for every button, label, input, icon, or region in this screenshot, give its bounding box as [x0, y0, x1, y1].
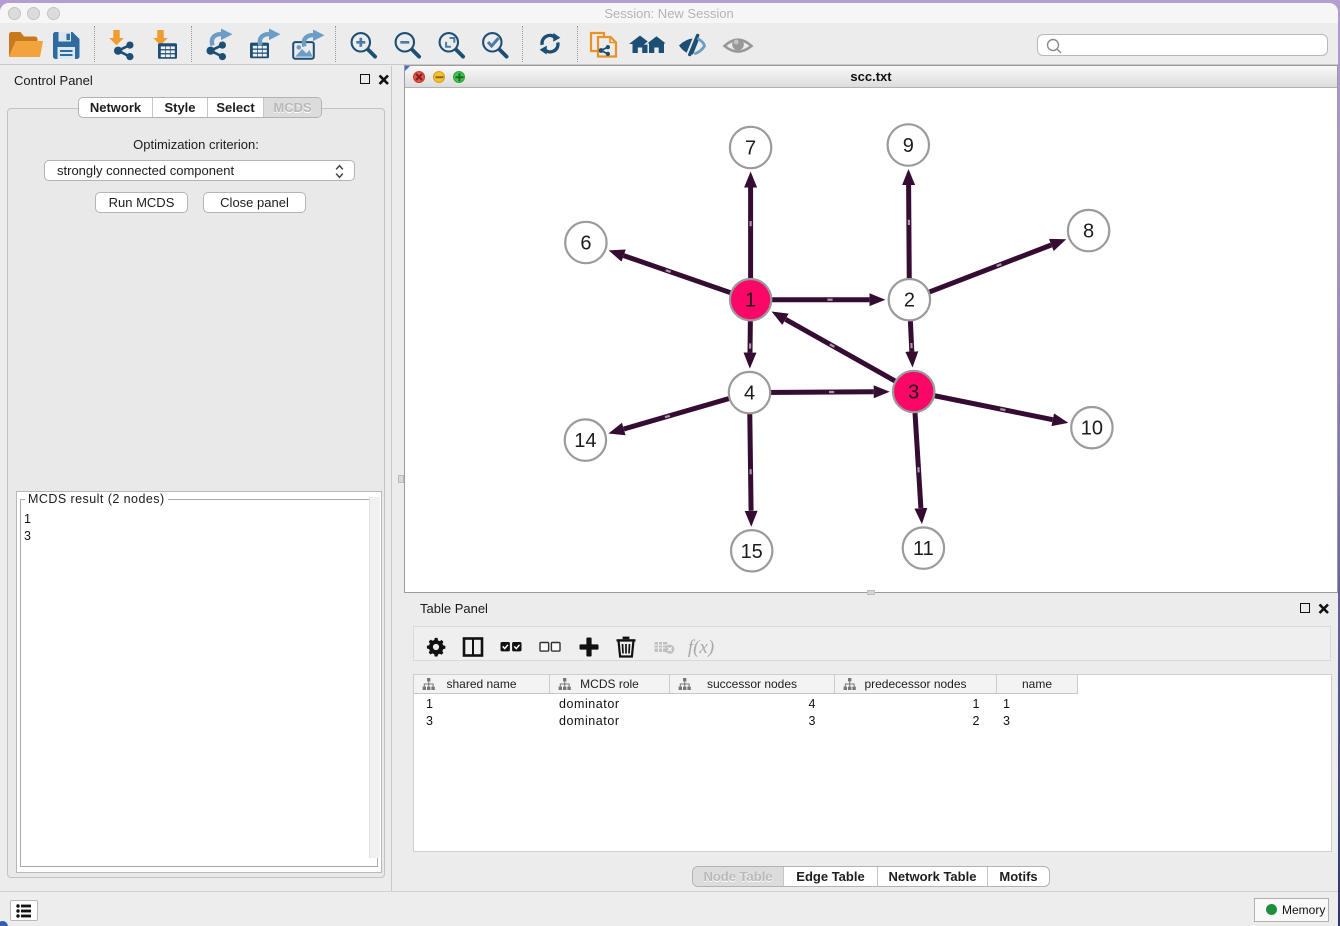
- svg-text:11: 11: [913, 538, 934, 560]
- svg-text:6: 6: [580, 233, 591, 255]
- svg-text:8: 8: [1083, 221, 1094, 243]
- svg-text:9: 9: [903, 135, 914, 157]
- svg-text:3: 3: [908, 382, 919, 404]
- svg-text:2: 2: [904, 290, 915, 312]
- svg-text:10: 10: [1081, 418, 1103, 440]
- svg-text:1: 1: [745, 290, 756, 312]
- svg-text:15: 15: [741, 541, 763, 563]
- svg-text:f(x): f(x): [688, 637, 714, 658]
- svg-text:14: 14: [574, 430, 596, 452]
- svg-text:4: 4: [744, 383, 755, 405]
- svg-text:7: 7: [745, 138, 756, 160]
